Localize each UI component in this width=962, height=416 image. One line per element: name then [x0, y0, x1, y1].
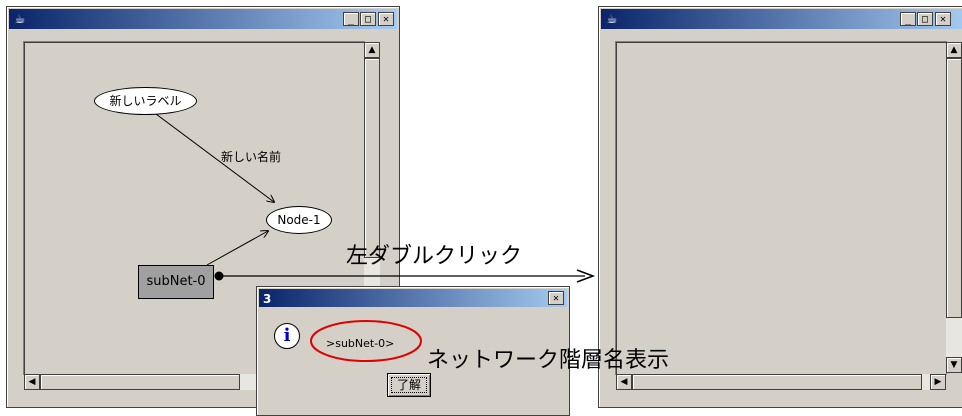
- scroll-up-button[interactable]: ▲: [364, 42, 380, 58]
- dialog-title: 3: [263, 292, 272, 306]
- close-button[interactable]: ✕: [378, 12, 394, 26]
- close-button[interactable]: ✕: [548, 291, 564, 305]
- minimize-button[interactable]: _: [900, 12, 916, 26]
- scroll-right-button[interactable]: ▶: [930, 374, 946, 390]
- right-horizontal-scrollbar[interactable]: ◀ ▶: [616, 374, 946, 390]
- scroll-left-button[interactable]: ◀: [616, 374, 632, 390]
- java-coffee-icon: ☕: [606, 12, 618, 26]
- scroll-thumb[interactable]: [632, 374, 922, 390]
- maximize-button[interactable]: □: [360, 12, 376, 26]
- node-1[interactable]: Node-1: [266, 206, 332, 234]
- edge-subnet-to-node: [206, 231, 268, 266]
- highlight-ellipse: [310, 320, 422, 362]
- dialog-titlebar[interactable]: 3 ✕: [259, 289, 567, 307]
- subnet-node[interactable]: subNet-0: [138, 265, 214, 299]
- scroll-down-button[interactable]: ▼: [946, 357, 962, 373]
- java-coffee-icon: ☕: [14, 12, 26, 26]
- label-node[interactable]: 新しいラベル: [94, 87, 197, 115]
- hierarchy-name-caption: ネットワーク階層名表示: [427, 348, 670, 373]
- edge-label: 新しい名前: [221, 150, 282, 164]
- arrow-head: [576, 269, 596, 283]
- maximize-button[interactable]: □: [917, 12, 933, 26]
- ok-button[interactable]: 了解: [387, 373, 431, 397]
- double-click-caption: 左ダブルクリック: [346, 244, 523, 269]
- scroll-thumb[interactable]: [40, 374, 240, 390]
- scroll-left-button[interactable]: ◀: [24, 374, 40, 390]
- scroll-up-button[interactable]: ▲: [946, 42, 962, 58]
- right-window-titlebar[interactable]: ☕ _ □ ✕: [601, 9, 962, 29]
- ok-button-label: 了解: [391, 377, 427, 393]
- left-window-titlebar[interactable]: ☕ _ □ ✕: [9, 9, 397, 29]
- right-vertical-scrollbar[interactable]: ▲ ▼: [946, 42, 962, 373]
- minimize-button[interactable]: _: [343, 12, 359, 26]
- scroll-thumb[interactable]: [364, 58, 380, 258]
- scroll-thumb[interactable]: [946, 58, 962, 318]
- close-button[interactable]: ✕: [935, 12, 951, 26]
- graph-canvas[interactable]: [615, 41, 947, 375]
- info-icon: i: [274, 323, 300, 349]
